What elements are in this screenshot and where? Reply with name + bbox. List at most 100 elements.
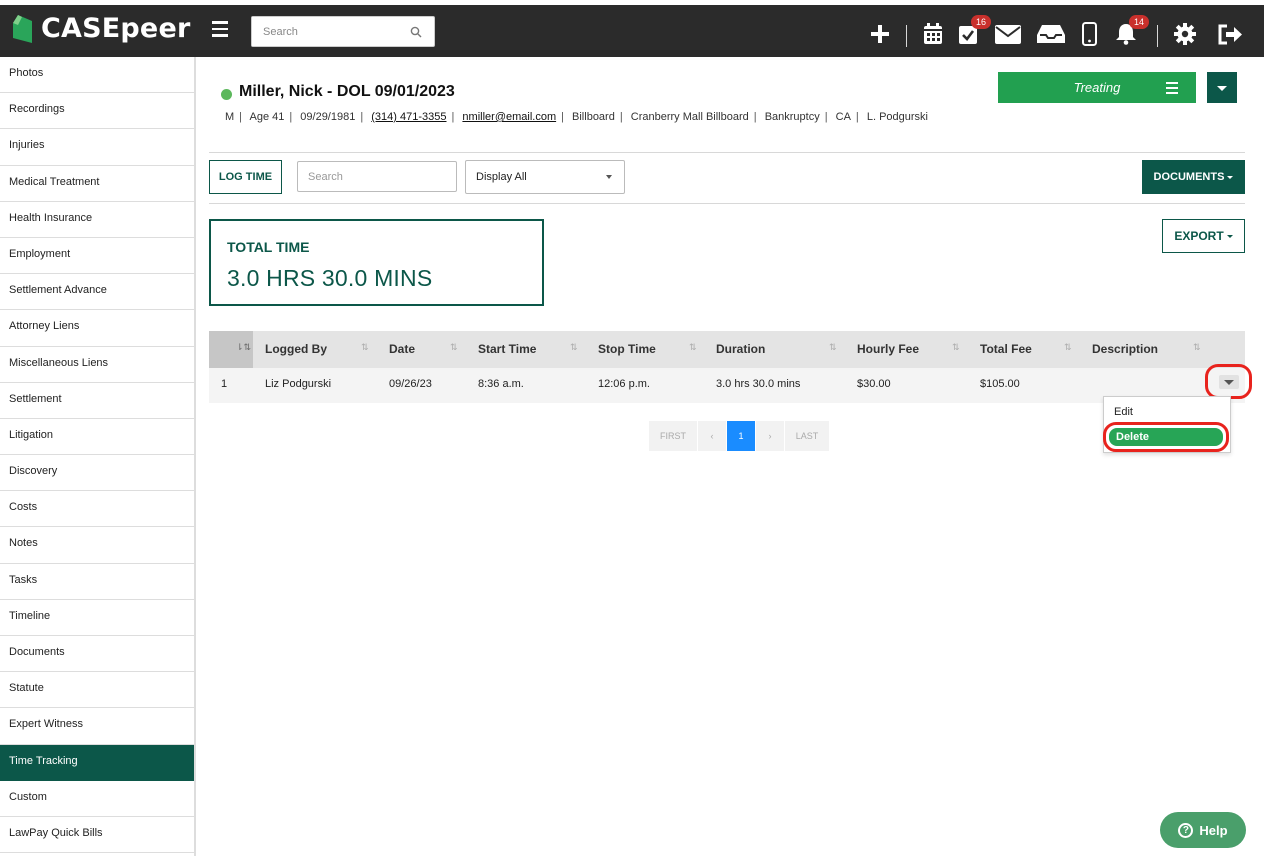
cell-date: 09/26/23 — [389, 378, 432, 390]
case-status-label: Treating — [1073, 80, 1121, 95]
sidebar-item-miscellaneous-liens[interactable]: Miscellaneous Liens — [0, 347, 194, 383]
column-header-start-time[interactable]: Start Time — [478, 331, 536, 368]
sidebar-item-notes[interactable]: Notes — [0, 527, 194, 564]
notifications-badge: 14 — [1129, 15, 1149, 29]
client-state: CA — [835, 111, 851, 123]
table-row: 1 Liz Podgurski 09/26/23 8:36 a.m. 12:06… — [209, 368, 1245, 403]
sidebar-item-medical-treatment[interactable]: Medical Treatment — [0, 166, 194, 202]
sidebar-item-tasks[interactable]: Tasks — [0, 564, 194, 600]
global-search-input[interactable] — [252, 17, 402, 46]
help-label: Help — [1199, 822, 1228, 838]
client-meta-line: M | Age 41 | 09/29/1981 | (314) 471-3355 | n… — [225, 111, 928, 123]
sort-icon: ⇅ — [1193, 342, 1201, 352]
main-menu-toggle[interactable] — [212, 21, 228, 37]
case-status-select[interactable]: Treating — [998, 72, 1196, 103]
column-header-description[interactable]: Description — [1092, 331, 1158, 368]
column-header-index[interactable]: ⇂⇅ — [209, 331, 253, 368]
client-attorney: L. Podgurski — [866, 111, 928, 123]
client-name-title: Miller, Nick - DOL 09/01/2023 — [239, 83, 455, 100]
client-email-link[interactable]: nmiller@email.com — [462, 111, 556, 123]
sidebar-item-documents[interactable]: Documents — [0, 636, 194, 673]
cell-duration: 3.0 hrs 30.0 mins — [716, 378, 801, 390]
caret-down-icon — [1227, 175, 1234, 179]
client-phone-link[interactable]: (314) 471-3355 — [371, 111, 446, 123]
pagination-next[interactable]: › — [756, 421, 784, 451]
help-button[interactable]: ? Help — [1160, 812, 1246, 848]
case-actions-dropdown-button[interactable] — [1207, 72, 1237, 103]
cell-total-fee: $105.00 — [980, 378, 1020, 390]
row-actions-dropdown-button[interactable] — [1205, 364, 1252, 399]
total-time-card: TOTAL TIME 3.0 HRS 30.0 MINS — [209, 219, 544, 306]
column-header-hourly-fee[interactable]: Hourly Fee — [857, 331, 919, 368]
sidebar-item-settlement-advance[interactable]: Settlement Advance — [0, 274, 194, 311]
toolbar-divider — [1157, 25, 1158, 47]
settings-gear-icon[interactable] — [1173, 21, 1197, 47]
sidebar-item-photos[interactable]: Photos — [0, 57, 194, 94]
add-icon[interactable] — [869, 21, 891, 47]
column-header-date[interactable]: Date — [389, 331, 415, 368]
sort-icon: ⇅ — [570, 342, 578, 352]
sort-icon: ⇅ — [1064, 342, 1072, 352]
inbox-icon[interactable] — [1036, 21, 1066, 47]
tasks-icon[interactable]: 16 — [957, 15, 991, 47]
sidebar-item-settlement[interactable]: Settlement — [0, 383, 194, 419]
column-header-stop-time[interactable]: Stop Time — [598, 331, 656, 368]
client-status-dot — [221, 89, 232, 100]
column-header-logged-by[interactable]: Logged By — [265, 331, 327, 368]
export-label: EXPORT — [1174, 229, 1224, 243]
toolbar-divider — [906, 25, 907, 47]
documents-label: DOCUMENTS — [1153, 171, 1225, 183]
sidebar-item-injuries[interactable]: Injuries — [0, 129, 194, 166]
menu-item-delete-label: Delete — [1109, 428, 1223, 446]
pagination-page-1[interactable]: 1 — [727, 421, 755, 451]
display-filter-value: Display All — [476, 171, 527, 183]
column-header-total-fee[interactable]: Total Fee — [980, 331, 1032, 368]
sort-icon: ⇅ — [829, 342, 837, 352]
cell-start-time: 8:36 a.m. — [478, 378, 524, 390]
cell-hourly-fee: $30.00 — [857, 378, 891, 390]
client-source-detail: Cranberry Mall Billboard — [630, 111, 749, 123]
sidebar-item-timeline[interactable]: Timeline — [0, 600, 194, 636]
mail-icon[interactable] — [995, 21, 1021, 47]
sidebar-item-discovery[interactable]: Discovery — [0, 455, 194, 492]
column-header-duration[interactable]: Duration — [716, 331, 765, 368]
sidebar-item-health-insurance[interactable]: Health Insurance — [0, 202, 194, 238]
pagination-prev[interactable]: ‹ — [698, 421, 726, 451]
client-gender: M — [225, 111, 235, 123]
pagination: FIRST ‹ 1 › LAST — [649, 421, 830, 451]
calendar-icon[interactable] — [922, 21, 944, 47]
sort-icon: ⇅ — [689, 342, 697, 352]
sidebar-item-litigation[interactable]: Litigation — [0, 419, 194, 456]
log-time-button[interactable]: LOG TIME — [209, 160, 282, 194]
sidebar-item-time-tracking[interactable]: Time Tracking — [0, 744, 194, 781]
sidebar-item-recordings[interactable]: Recordings — [0, 93, 194, 130]
logo-text: CASEpeer — [41, 13, 191, 44]
pagination-last[interactable]: LAST — [785, 421, 829, 451]
time-entries-search-input[interactable] — [297, 161, 457, 192]
logout-icon[interactable] — [1216, 21, 1244, 47]
pagination-first[interactable]: FIRST — [649, 421, 697, 451]
client-age: Age 41 — [249, 111, 285, 123]
menu-item-edit[interactable]: Edit — [1114, 406, 1133, 418]
sidebar-item-employment[interactable]: Employment — [0, 238, 194, 275]
search-icon[interactable] — [410, 26, 422, 38]
tasks-badge: 16 — [971, 15, 991, 29]
global-search — [251, 16, 435, 47]
cell-index: 1 — [221, 378, 228, 390]
sidebar-item-attorney-liens[interactable]: Attorney Liens — [0, 310, 194, 347]
sidebar-item-expert-witness[interactable]: Expert Witness — [0, 708, 194, 745]
sidebar-item-costs[interactable]: Costs — [0, 491, 194, 528]
display-filter-select[interactable]: Display All — [465, 160, 625, 194]
mobile-phone-icon[interactable] — [1080, 21, 1098, 47]
sort-icon: ⇅ — [450, 342, 458, 352]
notifications-bell-icon[interactable]: 14 — [1115, 15, 1149, 47]
sidebar-item-statute[interactable]: Statute — [0, 672, 194, 709]
documents-dropdown-button[interactable]: DOCUMENTS — [1142, 160, 1245, 194]
sidebar-item-lawpay-quick-bills[interactable]: LawPay Quick Bills — [0, 817, 194, 854]
question-mark-icon: ? — [1178, 822, 1194, 838]
casepeer-logo[interactable]: CASEpeer — [12, 13, 190, 44]
sidebar-item-custom[interactable]: Custom — [0, 781, 194, 817]
export-dropdown-button[interactable]: EXPORT — [1162, 219, 1245, 253]
time-entries-table-header: ⇂⇅ Logged By ⇅ Date ⇅ Start Time ⇅ Stop … — [209, 331, 1245, 368]
menu-item-delete[interactable]: Delete — [1103, 422, 1229, 452]
